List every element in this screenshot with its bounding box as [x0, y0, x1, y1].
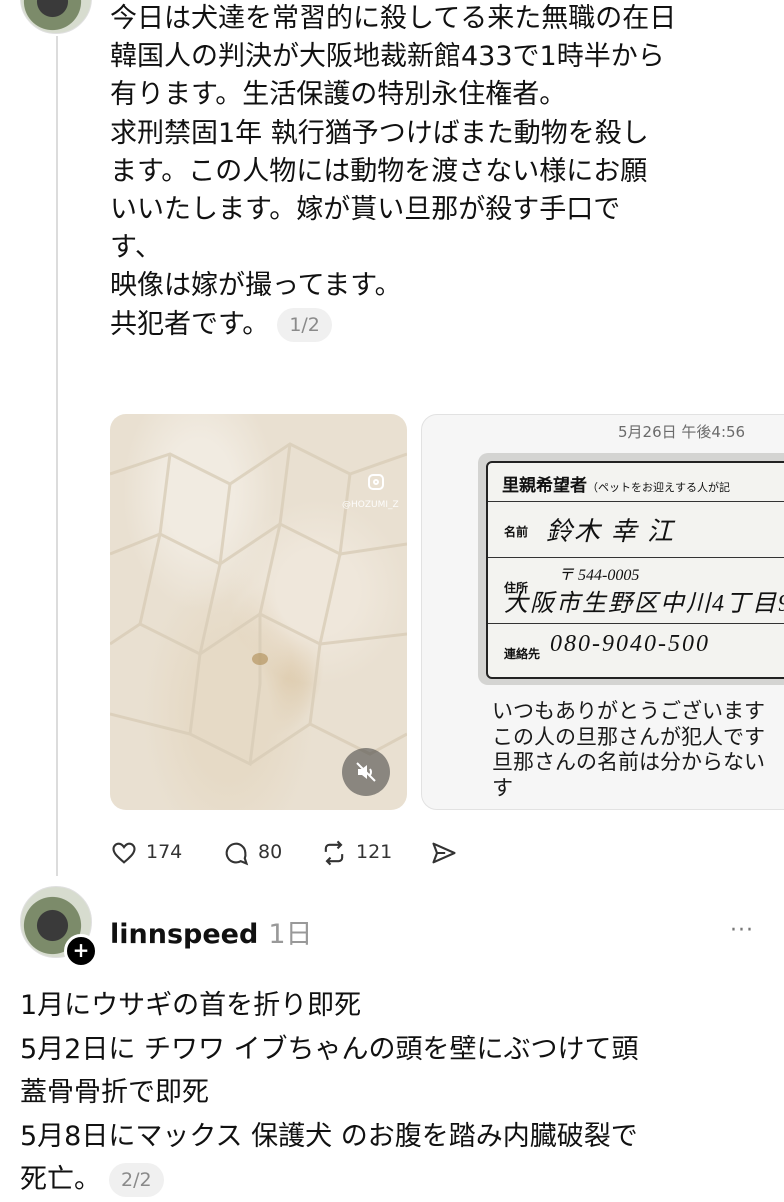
contact-label: 連絡先 — [504, 647, 541, 661]
post-text: 今日は犬達を常習的に殺してる来た無職の在日 韓国人の判決が大阪地裁新館433で1… — [110, 0, 770, 344]
form-divider — [488, 623, 784, 624]
contact-value: 080-9040-500 — [550, 631, 710, 657]
like-count: 174 — [146, 841, 183, 863]
heart-icon — [112, 842, 136, 864]
repost-count: 121 — [356, 841, 393, 863]
username-link[interactable]: linnspeed — [110, 919, 258, 950]
post-header: linnspeed 1日 — [110, 912, 313, 951]
comment-icon — [225, 842, 249, 866]
form-divider — [488, 501, 784, 502]
postal-code: 〒 544-0005 — [558, 567, 640, 584]
muted-speaker-icon — [356, 762, 376, 782]
post-text: 1月にウサギの首を折り即死 5月2日に チワワ イブちゃんの頭を壁にぶつけて頭 … — [20, 984, 770, 1202]
post-body: 1月にウサギの首を折り即死 5月2日に チワワ イブちゃんの頭を壁にぶつけて頭 … — [20, 990, 639, 1195]
image-attachment[interactable]: 5月26日 午後4:56 里親希望者（ペットをお迎えする人が記 名前 鈴木 幸 … — [421, 414, 784, 810]
form-heading: 里親希望者（ペットをお迎えする人が記 — [502, 476, 730, 495]
video-attachment[interactable]: @HOZUMI_Z — [110, 414, 407, 810]
more-options-icon[interactable]: ··· — [730, 918, 754, 943]
screenshot-caption: いつもありがとうございます この人の旦那さんが犯人です 旦那さんの名前は分からな… — [492, 699, 765, 800]
address-value: 大阪市生野区中川4丁目9- — [504, 591, 784, 617]
screenshot-timestamp: 5月26日 午後4:56 — [618, 423, 746, 441]
thread-connector-line — [56, 36, 58, 876]
page-indicator: 2/2 — [109, 1163, 164, 1197]
post-time: 1日 — [268, 919, 313, 950]
adoption-form: 里親希望者（ペットをお迎えする人が記 名前 鈴木 幸 江 住所 〒 544-00… — [486, 461, 784, 679]
watermark-handle: @HOZUMI_Z — [342, 500, 399, 510]
follow-plus-icon[interactable]: + — [64, 934, 98, 968]
repost-icon — [324, 840, 344, 866]
name-label: 名前 — [504, 525, 529, 539]
page-indicator: 1/2 — [277, 307, 332, 342]
post-body: 今日は犬達を常習的に殺してる来た無職の在日 韓国人の判決が大阪地裁新館433で1… — [110, 3, 677, 340]
avatar[interactable] — [20, 0, 92, 34]
form-heading-note: （ペットをお迎えする人が記 — [587, 482, 730, 494]
instagram-icon — [368, 474, 384, 490]
mute-button[interactable] — [342, 748, 390, 796]
reply-count: 80 — [258, 841, 283, 863]
name-value: 鈴木 幸 江 — [546, 517, 676, 546]
adoption-form-photo: 里親希望者（ペットをお迎えする人が記 名前 鈴木 幸 江 住所 〒 544-00… — [478, 453, 784, 685]
form-divider — [488, 557, 784, 558]
send-icon — [432, 842, 456, 864]
